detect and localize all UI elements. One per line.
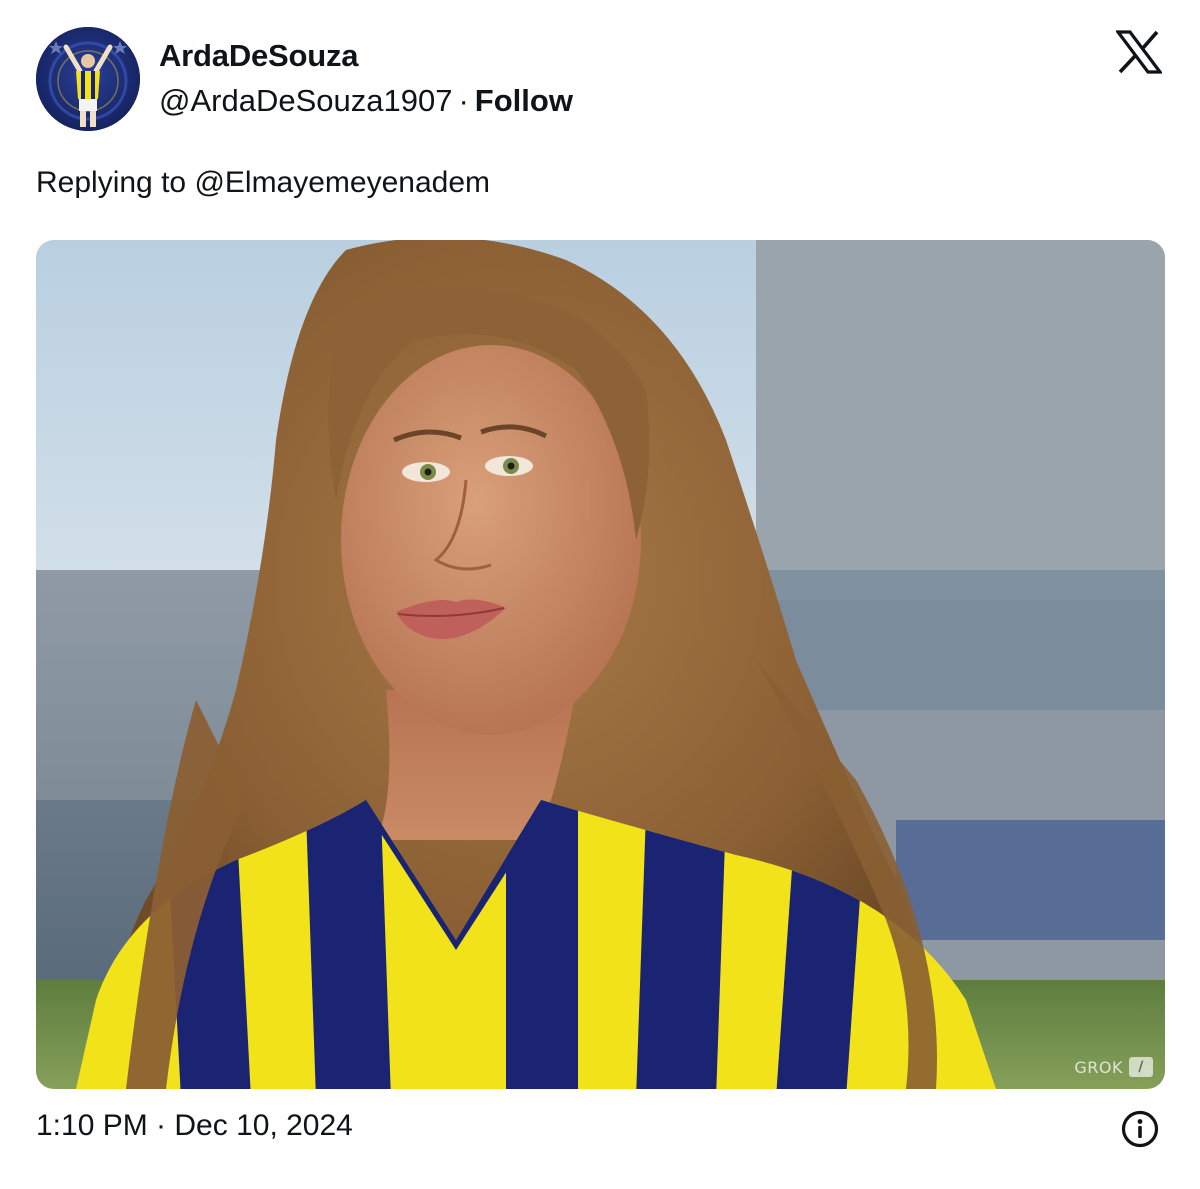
avatar[interactable] [36,27,140,131]
tweet-timestamp[interactable]: 1:10 PM · Dec 10, 2024 [36,1109,353,1143]
tweet-media-image[interactable]: GROK / [36,240,1165,1089]
avatar-image [36,27,140,131]
reply-context: Replying to @Elmayemeyenadem [36,166,490,200]
info-icon[interactable] [1120,1109,1160,1149]
grok-watermark: GROK / [1074,1057,1153,1077]
handle-row: @ArdaDeSouza1907 · Follow [159,83,573,119]
photo [36,240,1165,1089]
slash-square-icon: / [1129,1057,1153,1077]
display-name[interactable]: ArdaDeSouza [159,38,359,74]
reply-mention-link[interactable]: @Elmayemeyenadem [194,166,490,199]
x-logo-icon[interactable] [1114,30,1164,74]
watermark-text: GROK [1074,1057,1123,1077]
handle-separator: · [458,83,469,118]
follow-button[interactable]: Follow [475,83,573,118]
user-handle[interactable]: @ArdaDeSouza1907 [159,83,452,118]
reply-prefix: Replying to [36,166,187,199]
